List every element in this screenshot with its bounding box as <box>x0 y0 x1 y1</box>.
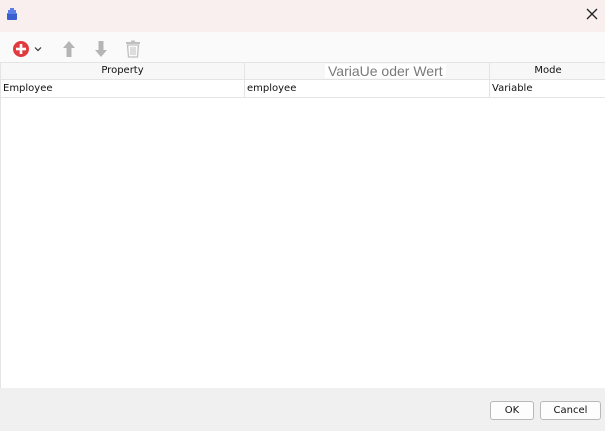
trash-icon <box>126 40 140 58</box>
cancel-button[interactable]: Cancel <box>540 401 601 420</box>
toolbar <box>0 32 605 62</box>
move-down-button[interactable] <box>94 40 108 58</box>
properties-table: Property VariaUe oder Wert Mode Employee… <box>0 62 605 388</box>
arrow-up-icon <box>63 41 75 57</box>
column-header-value[interactable]: VariaUe oder Wert <box>245 63 490 79</box>
add-circle-icon <box>13 41 29 57</box>
value-header-label: VariaUe oder Wert <box>325 64 446 78</box>
chevron-down-icon[interactable] <box>33 44 43 54</box>
table-row[interactable]: Employee employee Variable <box>1 80 605 98</box>
title-bar <box>0 0 605 32</box>
close-icon <box>586 8 598 20</box>
arrow-down-icon <box>95 41 107 57</box>
delete-button[interactable] <box>125 40 141 58</box>
table-header: Property VariaUe oder Wert Mode <box>1 63 605 80</box>
app-icon <box>7 8 17 20</box>
move-up-button[interactable] <box>62 40 76 58</box>
ok-button[interactable]: OK <box>490 401 534 420</box>
close-button[interactable] <box>579 0 605 28</box>
column-header-mode[interactable]: Mode <box>490 63 605 79</box>
column-header-property[interactable]: Property <box>1 63 245 79</box>
dialog-footer: OK Cancel <box>0 388 605 431</box>
cell-property[interactable]: Employee <box>1 80 245 97</box>
cell-mode[interactable]: Variable <box>490 80 605 97</box>
cell-value[interactable]: employee <box>245 80 490 97</box>
add-button[interactable] <box>12 40 43 58</box>
